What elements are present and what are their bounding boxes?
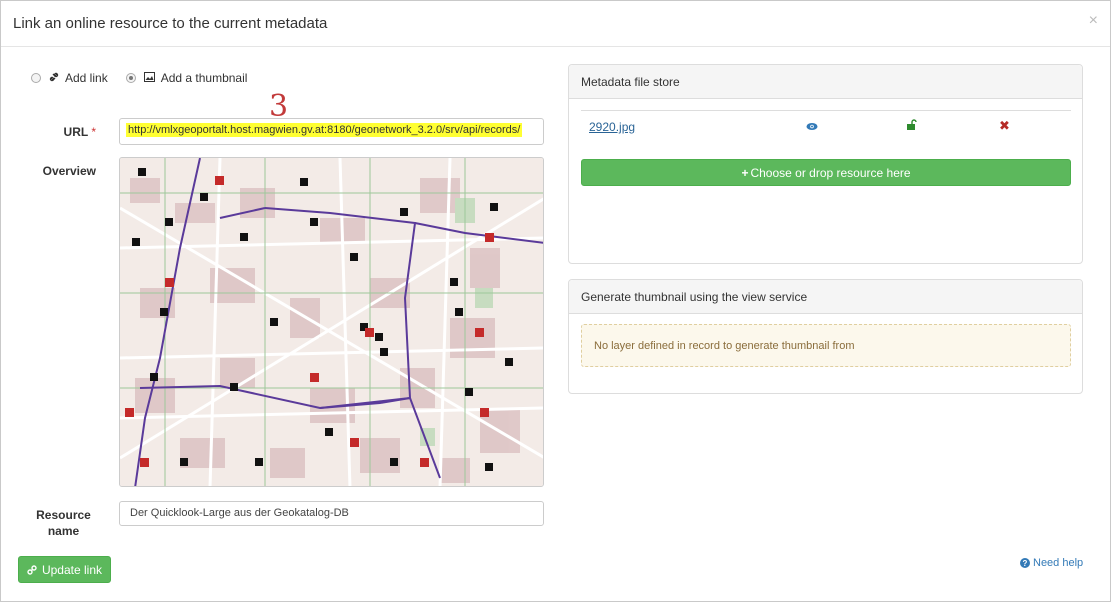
dialog-header: Link an online resource to the current m… [1, 1, 1110, 47]
generate-thumbnail-panel: Generate thumbnail using the view servic… [568, 279, 1083, 394]
unlock-icon[interactable] [906, 119, 917, 133]
question-icon: ? [1020, 558, 1030, 568]
link-icon [27, 564, 37, 575]
need-help-link[interactable]: ? Need help [1020, 557, 1083, 569]
add-thumbnail-radio[interactable] [125, 73, 136, 83]
file-link[interactable]: 2920.jpg [589, 120, 635, 134]
dialog-title: Link an online resource to the current m… [13, 15, 328, 32]
no-layer-warning: No layer defined in record to generate t… [581, 324, 1071, 367]
file-store-heading: Metadata file store [569, 65, 1082, 99]
add-link-label[interactable]: Add link [65, 71, 108, 85]
add-link-radio[interactable] [31, 73, 41, 83]
choose-resource-label: Choose or drop resource here [750, 165, 911, 180]
link-icon [49, 72, 59, 85]
update-link-button[interactable]: Update link [18, 556, 111, 583]
choose-resource-button[interactable]: + Choose or drop resource here [581, 159, 1071, 186]
add-thumbnail-label[interactable]: Add a thumbnail [161, 71, 248, 85]
eye-icon[interactable] [806, 120, 818, 134]
image-icon [143, 71, 155, 85]
url-value: http://vmlxgeoportalt.host.magwien.gv.at… [126, 123, 523, 137]
resource-name-label: Resource name [36, 508, 91, 538]
map-image [120, 158, 543, 486]
need-help-label: Need help [1033, 557, 1084, 569]
update-link-label: Update link [41, 562, 103, 577]
link-resource-dialog: Link an online resource to the current m… [0, 0, 1111, 602]
generate-thumbnail-heading: Generate thumbnail using the view servic… [569, 280, 1082, 314]
metadata-file-store-panel: Metadata file store 2920.jpg ✖ + Choose … [568, 64, 1083, 264]
resource-name-input[interactable]: Der Quicklook-Large aus der Geokatalog-D… [119, 501, 544, 526]
url-input[interactable]: http://vmlxgeoportalt.host.magwien.gv.at… [119, 118, 544, 145]
delete-icon[interactable]: ✖ [999, 118, 1010, 134]
close-icon[interactable]: × [1089, 12, 1098, 30]
mode-selector: Add link Add a thumbnail [31, 71, 247, 85]
thumbnail-preview-map [119, 157, 544, 487]
overview-label: Overview [42, 164, 96, 178]
file-row: 2920.jpg ✖ [581, 110, 1071, 140]
plus-icon: + [741, 165, 749, 180]
url-label: URL * [63, 125, 96, 139]
